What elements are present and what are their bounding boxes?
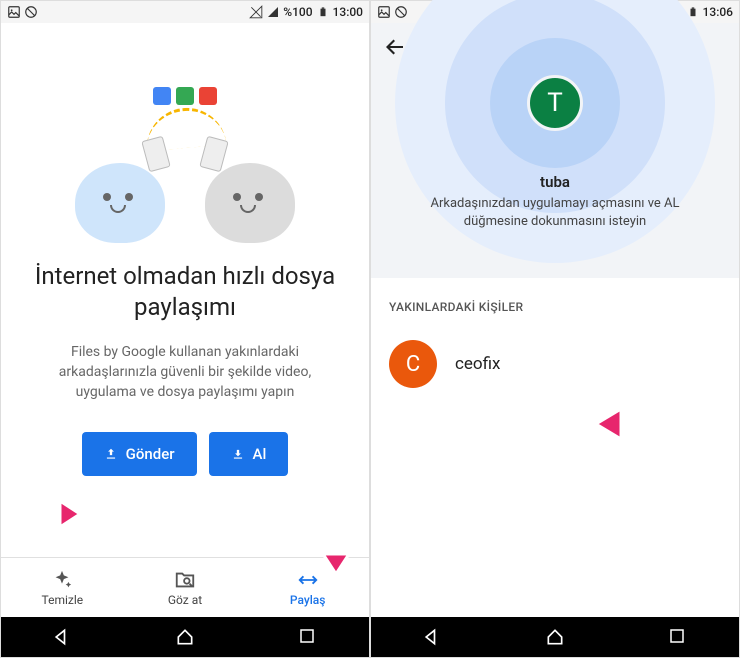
back-btn[interactable] — [52, 627, 72, 647]
status-bar: %100 13:00 — [1, 1, 369, 23]
page-subtitle: Files by Google kullanan yakınlardaki ar… — [19, 343, 351, 402]
peer-item[interactable]: C ceofix — [389, 340, 721, 388]
share-arrows-icon — [297, 569, 319, 591]
instruction-text: Arkadaşınızdan uygulamayı açmasını ve AL… — [371, 195, 739, 230]
nav-clean[interactable]: Temizle — [1, 558, 124, 617]
battery-text: %100 — [283, 5, 312, 19]
share-illustration — [75, 73, 295, 243]
share-screen: İnternet olmadan hızlı dosya paylaşımı F… — [1, 23, 369, 557]
back-btn[interactable] — [422, 627, 442, 647]
section-title: YAKINLARDAKİ KİŞİLER — [389, 300, 721, 314]
my-avatar: T — [527, 75, 583, 131]
my-name: tuba — [540, 173, 570, 191]
nearby-people-section: YAKINLARDAKİ KİŞİLER C ceofix — [371, 278, 739, 388]
recent-btn[interactable] — [668, 627, 688, 647]
peer-avatar: C — [389, 340, 437, 388]
back-button[interactable] — [383, 35, 407, 59]
nav-browse[interactable]: Göz at — [124, 558, 247, 617]
bottom-nav: Temizle Göz at Paylaş — [1, 557, 369, 617]
receive-button[interactable]: Al — [209, 432, 289, 476]
no-data-icon — [24, 5, 38, 19]
signal-icon — [249, 5, 263, 19]
download-icon — [231, 447, 245, 461]
peer-name: ceofix — [455, 354, 500, 374]
button-row: Gönder Al — [82, 432, 289, 476]
image-icon — [377, 5, 391, 19]
receive-button-label: Al — [253, 445, 267, 463]
no-data-icon — [394, 5, 408, 19]
no-sim-icon — [266, 5, 280, 19]
home-btn[interactable] — [545, 627, 565, 647]
peer-avatar-initial: C — [406, 352, 420, 377]
radar-area: T tuba Arkadaşınızdan uygulamayı açmasın… — [371, 23, 739, 278]
nearby-screen: T tuba Arkadaşınızdan uygulamayı açmasın… — [371, 23, 739, 617]
my-avatar-initial: T — [547, 88, 563, 118]
phone-left: %100 13:00 İnternet — [0, 0, 370, 658]
home-btn[interactable] — [175, 627, 195, 647]
image-icon — [7, 5, 21, 19]
upload-icon — [104, 447, 118, 461]
folder-search-icon — [174, 569, 196, 591]
clock-text: 13:00 — [333, 5, 363, 19]
phone-right: %99 13:06 T tuba Arkadaşınızdan uygulama… — [370, 0, 740, 658]
send-button-label: Gönder — [126, 445, 175, 463]
nav-share-label: Paylaş — [290, 593, 326, 607]
recent-btn[interactable] — [298, 627, 318, 647]
nav-clean-label: Temizle — [42, 593, 84, 607]
page-title: İnternet olmadan hızlı dosya paylaşımı — [19, 261, 351, 323]
nav-share[interactable]: Paylaş — [246, 558, 369, 617]
nav-browse-label: Göz at — [168, 593, 202, 607]
android-navbar — [371, 617, 739, 657]
clock-text: 13:06 — [703, 5, 733, 19]
sparkle-icon — [51, 569, 73, 591]
android-navbar — [1, 617, 369, 657]
battery-icon — [316, 5, 330, 19]
send-button[interactable]: Gönder — [82, 432, 197, 476]
